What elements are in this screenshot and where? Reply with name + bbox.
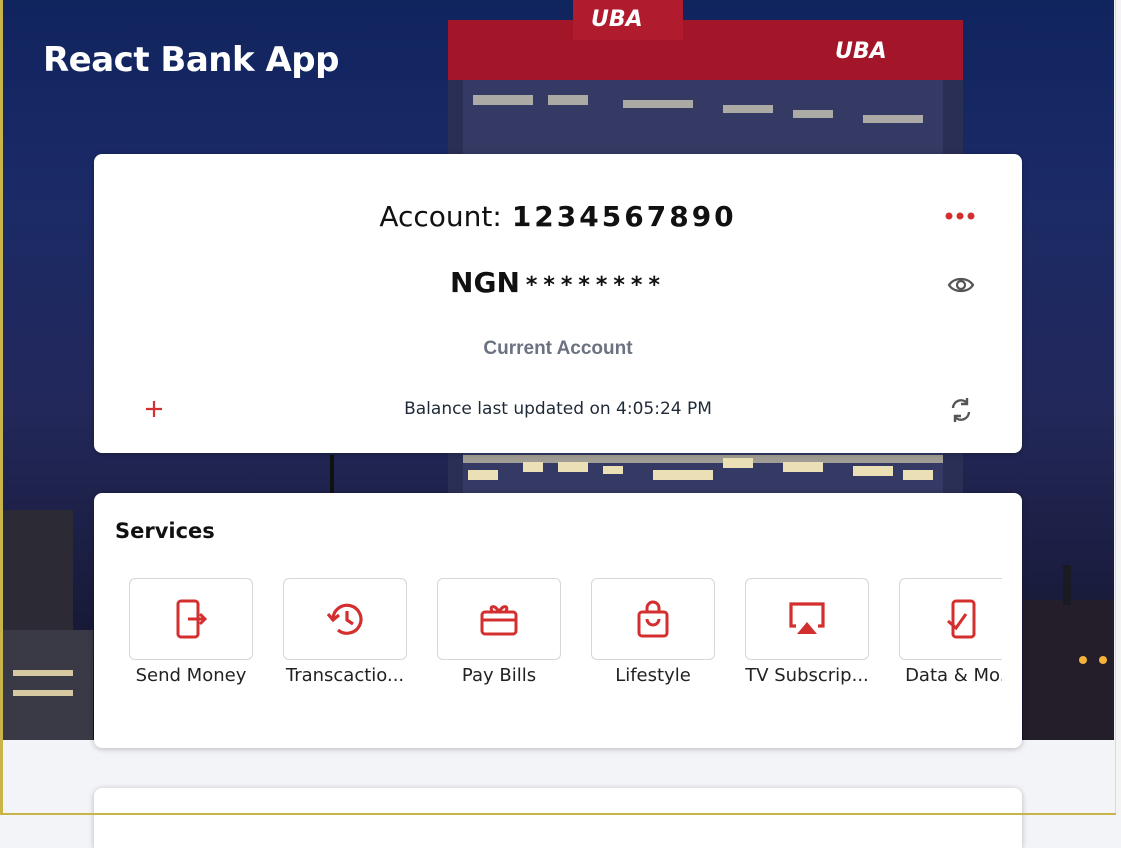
refresh-balance-button[interactable] <box>946 394 976 426</box>
history-icon <box>326 603 363 635</box>
service-send-money[interactable]: Send Money <box>129 578 253 686</box>
toggle-balance-visibility-button[interactable] <box>944 270 978 300</box>
services-card: Services Send Money Transcactio... Pay B… <box>94 493 1022 748</box>
service-label: TV Subscrip... <box>745 665 869 686</box>
account-type: Current Account <box>483 338 633 359</box>
service-lifestyle[interactable]: Lifestyle <box>591 578 715 686</box>
next-section-card <box>94 788 1022 848</box>
service-label: Lifestyle <box>615 665 691 686</box>
window-border <box>0 0 3 815</box>
window-scrollbar[interactable] <box>1115 0 1121 815</box>
service-tile[interactable] <box>899 578 1002 660</box>
service-pay-bills[interactable]: Pay Bills <box>437 578 561 686</box>
service-label: Data & Mo... <box>905 665 1002 686</box>
service-transactions[interactable]: Transcactio... <box>283 578 407 686</box>
service-tile[interactable] <box>745 578 869 660</box>
currency-code: NGN <box>450 266 520 299</box>
refresh-icon <box>951 398 971 422</box>
app-title: React Bank App <box>43 40 339 80</box>
balance-masked: ******** <box>525 273 666 298</box>
service-tv-subscription[interactable]: TV Subscrip... <box>745 578 869 686</box>
more-dots-icon <box>945 212 975 220</box>
more-options-button[interactable] <box>942 204 978 228</box>
svg-text:UBA: UBA <box>591 7 643 32</box>
account-number-row: Account: 1234567890 <box>94 200 1022 233</box>
gift-card-icon <box>480 605 518 636</box>
phone-check-icon <box>947 599 976 639</box>
service-tile[interactable] <box>129 578 253 660</box>
airplay-icon <box>789 602 825 634</box>
service-data-mobile[interactable]: Data & Mo... <box>899 578 1002 686</box>
shopping-bag-icon <box>637 600 669 638</box>
balance-last-updated: Balance last updated on 4:05:24 PM <box>404 399 712 419</box>
account-label: Account: <box>379 200 502 233</box>
service-label: Transcactio... <box>285 665 405 686</box>
service-label: Pay Bills <box>461 665 537 686</box>
account-card: Account: 1234567890 NGN ******** Current A… <box>94 154 1022 453</box>
balance-row: NGN ******** <box>94 266 1022 299</box>
svg-text:UBA: UBA <box>835 39 887 64</box>
service-tile[interactable] <box>591 578 715 660</box>
service-tile[interactable] <box>283 578 407 660</box>
account-number: 1234567890 <box>511 200 737 233</box>
service-tile[interactable] <box>437 578 561 660</box>
service-label: Send Money <box>135 665 247 686</box>
eye-icon <box>947 277 975 293</box>
services-carousel[interactable]: Send Money Transcactio... Pay Bills Life… <box>129 578 1002 708</box>
services-title: Services <box>115 519 215 543</box>
phone-send-icon <box>176 599 208 639</box>
